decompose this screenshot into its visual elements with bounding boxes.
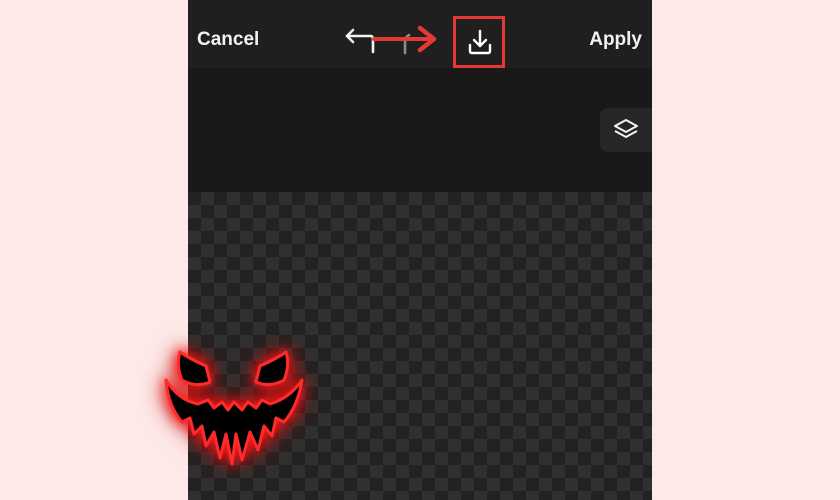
top-toolbar: Cancel Apply — [188, 0, 652, 68]
cancel-button[interactable]: Cancel — [197, 29, 259, 51]
layers-button[interactable] — [600, 108, 652, 152]
sticker-image[interactable] — [158, 340, 308, 470]
apply-button[interactable]: Apply — [589, 29, 642, 51]
download-icon — [468, 29, 492, 55]
annotation-arrow — [372, 22, 442, 56]
layers-icon — [614, 119, 638, 138]
preview-area — [188, 68, 652, 192]
download-button[interactable] — [453, 16, 505, 68]
